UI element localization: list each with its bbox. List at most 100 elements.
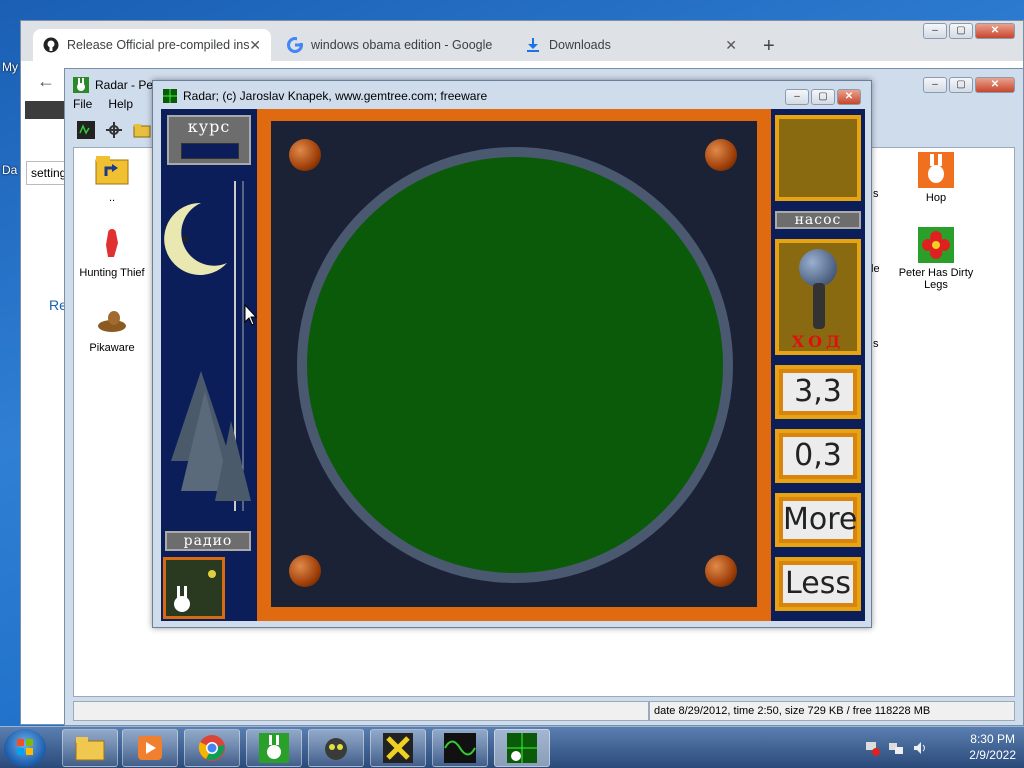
hod-label: ХОД xyxy=(791,332,845,351)
left-panel: курс радио xyxy=(161,109,257,621)
value-2: 0,3 xyxy=(783,437,853,475)
bolt-icon xyxy=(705,139,737,171)
kurs-sign: курс xyxy=(167,115,251,165)
list-item-label: Pikaware xyxy=(89,342,135,354)
tab-google[interactable]: windows obama edition - Google xyxy=(277,29,509,61)
chrome-icon xyxy=(198,735,225,761)
network-icon[interactable] xyxy=(888,740,904,756)
radar-game-area: курс радио насос ХОД 3,3 0,3 More Less xyxy=(161,109,865,621)
list-item[interactable]: Hunting Thief xyxy=(72,227,152,279)
clock-date: 2/9/2022 xyxy=(969,748,1016,762)
minimize-button[interactable]: – xyxy=(923,77,947,93)
radio-button[interactable] xyxy=(163,557,225,619)
taskbar-x-app[interactable] xyxy=(370,729,426,767)
taskbar-radar[interactable] xyxy=(494,729,550,767)
windows-logo-icon xyxy=(17,739,33,755)
radio-sign: радио xyxy=(165,531,251,551)
more-button[interactable]: More xyxy=(775,493,861,547)
close-button[interactable]: ✕ xyxy=(975,77,1015,93)
tab-release-label: Release Official pre-compiled ins xyxy=(67,38,250,52)
list-item-label: Hunting Thief xyxy=(79,267,145,279)
taskbar-peters-pack[interactable] xyxy=(246,729,302,767)
bolt-icon xyxy=(705,555,737,587)
chrome-tab-strip: Release Official pre-compiled ins ✕ wind… xyxy=(21,21,1023,61)
new-tab-icon[interactable]: + xyxy=(763,35,775,58)
taskbar-oscilloscope[interactable] xyxy=(432,729,488,767)
nasos-sign: насос xyxy=(775,211,861,229)
pack-menubar: File Help xyxy=(73,97,133,111)
list-item[interactable]: Peter Has Dirty Legs xyxy=(896,227,976,291)
start-button[interactable] xyxy=(4,729,46,767)
radar-app-icon xyxy=(163,89,177,103)
close-icon[interactable]: ✕ xyxy=(725,37,737,54)
menu-file[interactable]: File xyxy=(73,97,92,111)
close-button[interactable]: ✕ xyxy=(837,89,861,105)
back-arrow-icon[interactable]: ← xyxy=(37,71,55,92)
download-icon xyxy=(527,38,539,52)
bunny-app-icon xyxy=(73,77,89,93)
open-folder-icon[interactable] xyxy=(133,121,151,139)
radar-window-controls: – ▢ ✕ xyxy=(785,89,861,105)
taskbar: 8:30 PM 2/9/2022 xyxy=(0,726,1024,768)
taskbar-explorer[interactable] xyxy=(62,729,118,767)
thief-icon xyxy=(106,229,118,257)
clock[interactable]: 8:30 PM 2/9/2022 xyxy=(969,731,1016,763)
folder-up-icon xyxy=(95,156,129,185)
less-button[interactable]: Less xyxy=(775,557,861,611)
pack-title-bar: Radar - Pet xyxy=(73,77,156,93)
media-player-icon xyxy=(138,736,162,760)
list-item-label: Hop xyxy=(925,192,947,204)
flower-icon xyxy=(918,227,954,263)
partial-label: le xyxy=(871,263,880,275)
radar-app-icon xyxy=(507,733,537,763)
kurs-display xyxy=(181,143,239,159)
taskbar-media-player[interactable] xyxy=(122,729,178,767)
list-item-label: Peter Has Dirty Legs xyxy=(898,267,974,291)
maximize-button[interactable]: ▢ xyxy=(949,23,973,39)
partial-label: s xyxy=(873,338,879,350)
more-label: More xyxy=(783,501,858,539)
tab-release[interactable]: Release Official pre-compiled ins ✕ xyxy=(33,29,271,61)
right-panel: насос ХОД 3,3 0,3 More Less xyxy=(771,109,865,621)
pack-title: Radar - Pet xyxy=(95,78,157,92)
taskbar-chrome[interactable] xyxy=(184,729,240,767)
desktop-label-my: My xyxy=(2,60,18,74)
lever-stick xyxy=(813,283,825,329)
bunny-icon xyxy=(174,570,216,612)
minimize-button[interactable]: – xyxy=(785,89,809,105)
pikaware-icon xyxy=(98,311,126,332)
bolt-icon xyxy=(289,139,321,171)
settings-icon[interactable] xyxy=(105,121,123,139)
waveform-icon xyxy=(444,733,476,763)
radar-scope[interactable] xyxy=(307,157,723,573)
alien-icon xyxy=(325,738,347,760)
taskbar-alien-app[interactable] xyxy=(308,729,364,767)
bolt-icon xyxy=(289,555,321,587)
tab-downloads-label: Downloads xyxy=(549,38,611,52)
tab-google-label: windows obama edition - Google xyxy=(311,38,493,52)
list-item[interactable]: .. xyxy=(72,152,152,204)
lever-knob-icon xyxy=(799,249,837,287)
status-segment-empty xyxy=(73,701,649,721)
less-label: Less xyxy=(783,565,853,603)
clock-time: 8:30 PM xyxy=(970,732,1015,746)
bunny-icon xyxy=(259,733,289,763)
maximize-button[interactable]: ▢ xyxy=(811,89,835,105)
menu-help[interactable]: Help xyxy=(108,97,133,111)
radar-app-icon[interactable] xyxy=(77,121,95,139)
close-icon[interactable]: ✕ xyxy=(249,37,261,54)
status-box xyxy=(775,115,861,201)
minimize-button[interactable]: – xyxy=(923,23,947,39)
radar-window: Radar; (c) Jaroslav Knapek, www.gemtree.… xyxy=(152,80,872,628)
close-button[interactable]: ✕ xyxy=(975,23,1015,39)
mouse-cursor-icon xyxy=(244,304,258,326)
flag-icon[interactable] xyxy=(864,740,880,756)
radio-label: радио xyxy=(183,533,233,549)
list-item[interactable]: Pikaware xyxy=(72,302,152,354)
list-item[interactable]: Hop xyxy=(896,152,976,204)
maximize-button[interactable]: ▢ xyxy=(949,77,973,93)
tab-downloads[interactable]: Downloads ✕ xyxy=(515,29,747,61)
volume-icon[interactable] xyxy=(912,740,928,756)
value-1: 3,3 xyxy=(783,373,853,411)
throttle-lever[interactable]: ХОД xyxy=(775,239,861,355)
